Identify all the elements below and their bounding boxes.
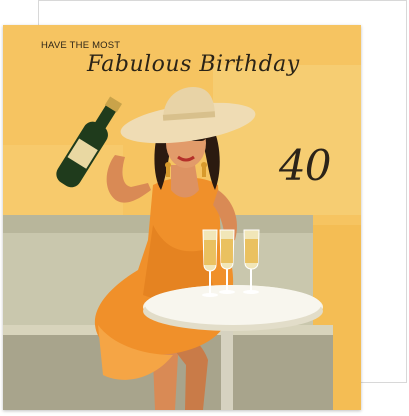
card-illustration [3, 25, 361, 410]
product-image: HAVE THE MOST Fabulous Birthday 40 [0, 0, 409, 416]
card-title: Fabulous Birthday [87, 52, 300, 77]
card-age: 40 [279, 141, 331, 190]
card-pre-title: HAVE THE MOST [41, 40, 121, 51]
birthday-card: HAVE THE MOST Fabulous Birthday 40 [3, 25, 361, 410]
